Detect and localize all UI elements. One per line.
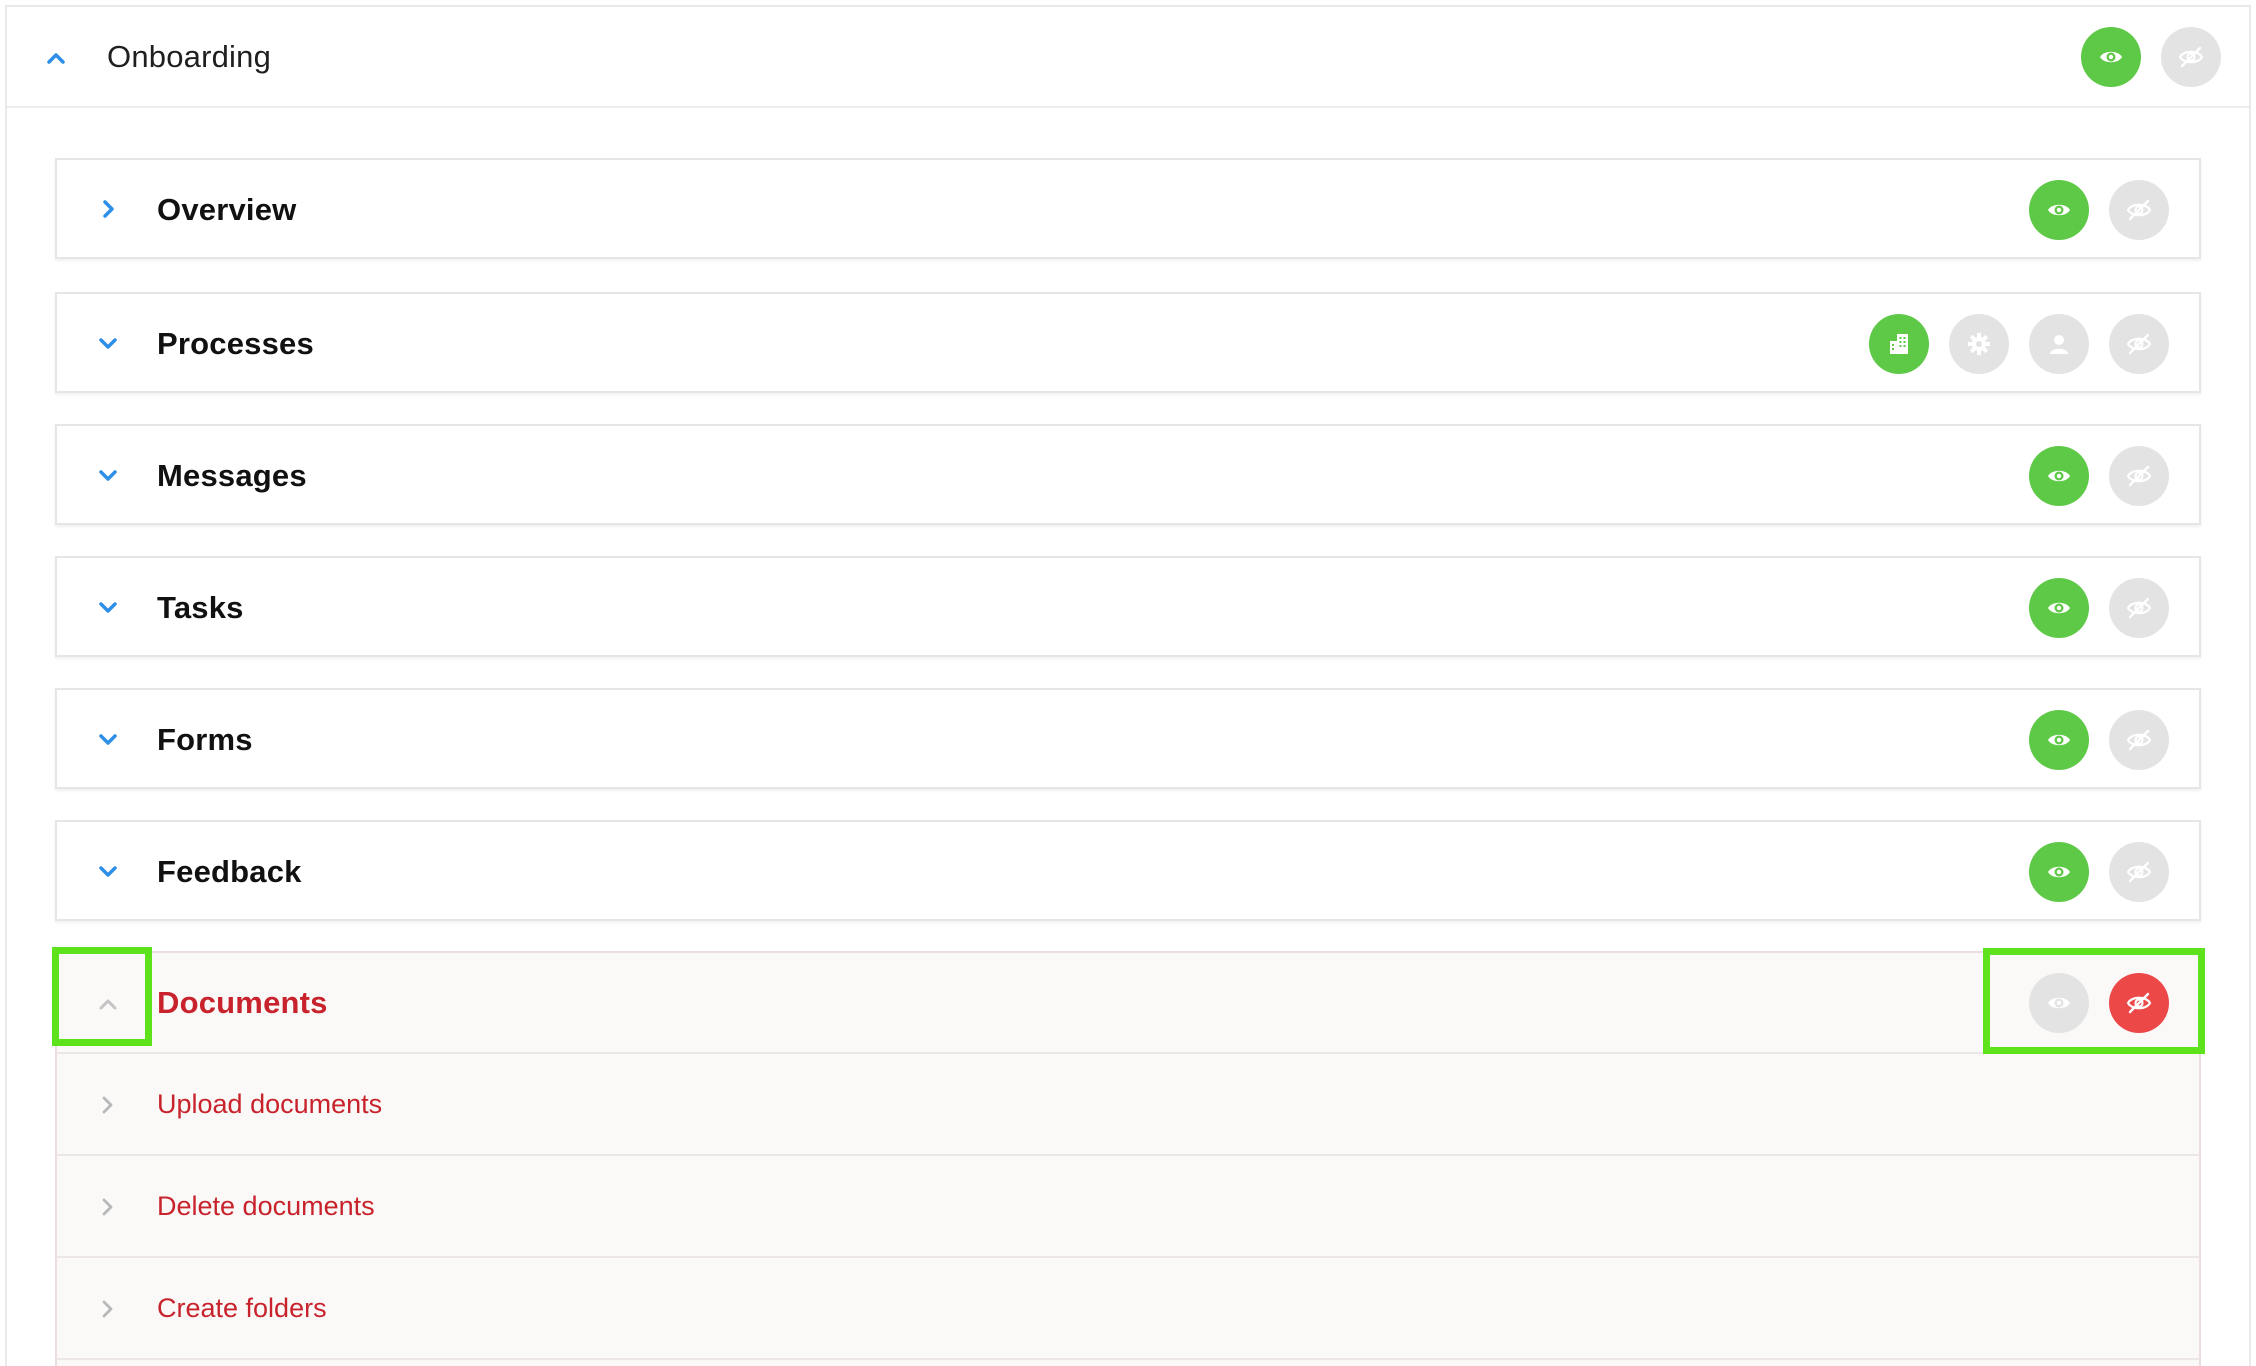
gear-icon [1968, 333, 1990, 355]
show-button[interactable] [2029, 710, 2089, 770]
eye-off-icon [2178, 46, 2204, 68]
hide-button[interactable] [2109, 314, 2169, 374]
chevron-right-icon[interactable] [97, 1095, 117, 1115]
eye-off-icon [2126, 465, 2152, 487]
sub-item-delete-documents[interactable]: Delete documents [57, 1156, 2199, 1258]
show-button[interactable] [2029, 446, 2089, 506]
eye-icon [2048, 204, 2070, 216]
chevron-down-icon[interactable] [97, 596, 119, 618]
eye-icon [2048, 470, 2070, 482]
building-icon [1890, 334, 1908, 354]
chevron-right-icon[interactable] [97, 198, 119, 220]
person-icon [2050, 335, 2068, 354]
section-item-tasks[interactable]: Tasks [55, 556, 2201, 657]
sub-item-upload-documents[interactable]: Upload documents [57, 1054, 2199, 1156]
sub-item-label: Upload documents [157, 1089, 383, 1119]
user-button[interactable] [2029, 314, 2089, 374]
section-item-documents: Documents Upload documents Delete docume… [55, 951, 2201, 1366]
section-item-forms[interactable]: Forms [55, 688, 2201, 789]
hide-button[interactable] [2109, 578, 2169, 638]
hide-button[interactable] [2109, 842, 2169, 902]
item-title: Forms [157, 722, 253, 757]
hide-button[interactable] [2109, 446, 2169, 506]
eye-off-icon [2126, 861, 2152, 883]
eye-icon [2048, 997, 2070, 1009]
chevron-down-icon[interactable] [97, 728, 119, 750]
hide-button[interactable] [2109, 180, 2169, 240]
section-item-messages[interactable]: Messages [55, 424, 2201, 525]
eye-icon [2048, 734, 2070, 746]
eye-off-icon [2126, 597, 2152, 619]
chevron-right-icon[interactable] [97, 1299, 117, 1319]
eye-off-icon [2126, 992, 2152, 1014]
section-item-processes[interactable]: Processes [55, 292, 2201, 393]
sub-item-label: Create folders [157, 1293, 327, 1323]
item-title: Messages [157, 458, 307, 493]
section-item-overview[interactable]: Overview [55, 158, 2201, 259]
item-title: Feedback [157, 854, 302, 889]
eye-off-icon [2126, 729, 2152, 751]
sub-item-create-folders[interactable]: Create folders [57, 1258, 2199, 1360]
sub-item-label: Delete documents [157, 1191, 375, 1221]
show-button[interactable] [2081, 27, 2141, 87]
eye-off-icon [2126, 199, 2152, 221]
hide-button[interactable] [2161, 27, 2221, 87]
item-title: Overview [157, 192, 297, 227]
section-title: Onboarding [107, 39, 272, 74]
chevron-right-icon[interactable] [97, 1197, 117, 1217]
item-title: Tasks [157, 590, 244, 625]
show-button[interactable] [2029, 973, 2089, 1033]
show-button[interactable] [2029, 842, 2089, 902]
organization-button[interactable] [1869, 314, 1929, 374]
chevron-down-icon[interactable] [97, 464, 119, 486]
chevron-up-icon[interactable] [45, 47, 67, 69]
eye-icon [2048, 602, 2070, 614]
eye-off-icon [2126, 333, 2152, 355]
item-title: Documents [157, 985, 328, 1020]
chevron-down-icon[interactable] [97, 860, 119, 882]
item-title: Processes [157, 326, 314, 361]
chevron-down-icon[interactable] [97, 332, 119, 354]
hide-button[interactable] [2109, 973, 2169, 1033]
section-item-feedback[interactable]: Feedback [55, 820, 2201, 921]
eye-icon [2100, 51, 2122, 63]
show-button[interactable] [2029, 578, 2089, 638]
hide-button[interactable] [2109, 710, 2169, 770]
section-header[interactable]: Onboarding [7, 7, 2249, 108]
eye-icon [2048, 866, 2070, 878]
documents-header[interactable]: Documents [57, 953, 2199, 1054]
chevron-up-icon[interactable] [97, 993, 119, 1015]
show-button[interactable] [2029, 180, 2089, 240]
settings-button[interactable] [1949, 314, 2009, 374]
